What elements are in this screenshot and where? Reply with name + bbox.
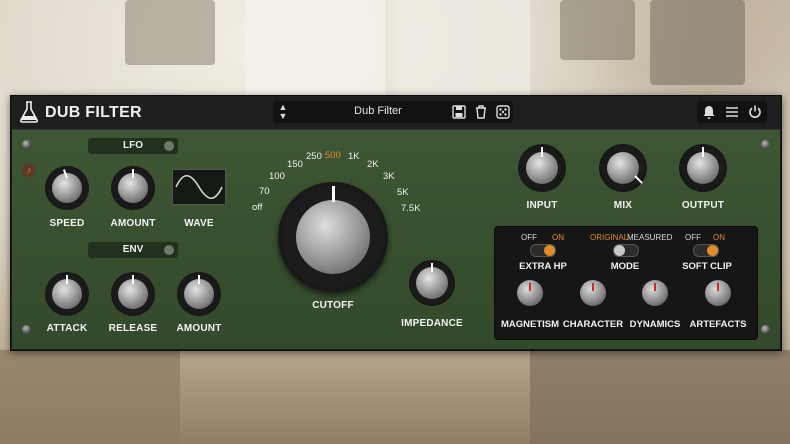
header-right-controls xyxy=(697,101,767,123)
env-release-label: RELEASE xyxy=(108,323,158,334)
dynamics-label: DYNAMICS xyxy=(629,319,681,330)
soft-clip-off-label: OFF xyxy=(685,233,701,242)
lfo-speed-knob[interactable] xyxy=(45,166,89,210)
output-label: OUTPUT xyxy=(681,200,725,211)
save-icon[interactable] xyxy=(451,104,467,120)
cutoff-scale-100: 100 xyxy=(269,171,285,182)
lfo-speed-label: SPEED xyxy=(49,218,85,229)
input-label: INPUT xyxy=(526,200,558,211)
env-attack-label: ATTACK xyxy=(46,323,88,334)
trash-icon[interactable] xyxy=(473,104,489,120)
soft-clip-label: SOFT CLIP xyxy=(682,261,732,272)
env-section-header[interactable]: ENV xyxy=(88,242,178,258)
mode-measured-label: MEASURED xyxy=(627,233,673,242)
artefacts-knob[interactable] xyxy=(705,280,731,306)
mix-label: MIX xyxy=(613,200,633,211)
cutoff-scale-5k: 5K xyxy=(397,187,409,198)
env-enable-led[interactable] xyxy=(164,245,174,255)
lfo-enable-led[interactable] xyxy=(164,141,174,151)
impedance-knob[interactable] xyxy=(409,260,455,306)
env-amount-knob[interactable] xyxy=(177,272,221,316)
mode-toggle[interactable] xyxy=(613,244,639,257)
preset-selector[interactable]: ▲ ▼ Dub Filter xyxy=(273,101,513,123)
env-release-knob[interactable] xyxy=(111,272,155,316)
plugin-header: DUB FILTER ▲ ▼ Dub Filter xyxy=(11,96,781,130)
env-attack-knob[interactable] xyxy=(45,272,89,316)
cutoff-scale-off: off xyxy=(252,202,263,213)
extra-hp-label: EXTRA HP xyxy=(519,261,567,272)
character-knob[interactable] xyxy=(580,280,606,306)
lfo-amount-knob[interactable] xyxy=(111,166,155,210)
output-knob[interactable] xyxy=(679,144,727,192)
preset-name[interactable]: Dub Filter xyxy=(293,105,463,117)
power-icon[interactable] xyxy=(747,104,763,120)
dice-icon[interactable] xyxy=(495,104,511,120)
preset-updown-icon[interactable]: ▲ ▼ xyxy=(277,103,289,121)
character-rack: OFF ON EXTRA HP ORIGINAL MEASURED MODE O… xyxy=(494,226,758,340)
magnetism-label: MAGNETISM xyxy=(500,319,560,330)
lfo-section-header[interactable]: LFO xyxy=(88,138,178,154)
character-label: CHARACTER xyxy=(562,319,624,330)
env-label: ENV xyxy=(122,244,144,255)
extra-hp-toggle[interactable] xyxy=(530,244,556,257)
menu-icon[interactable] xyxy=(724,104,740,120)
soft-clip-on-label: ON xyxy=(713,233,725,242)
cutoff-scale-1k: 1K xyxy=(348,151,360,162)
cutoff-scale-150: 150 xyxy=(287,159,303,170)
extra-hp-on-label: ON xyxy=(552,233,564,242)
screw xyxy=(22,325,31,334)
impedance-label: IMPEDANCE xyxy=(401,318,463,329)
music-note-icon[interactable]: ♪ xyxy=(22,163,36,177)
mode-label: MODE xyxy=(610,261,640,272)
cutoff-knob[interactable] xyxy=(278,182,388,292)
screw xyxy=(761,325,770,334)
magnetism-knob[interactable] xyxy=(517,280,543,306)
cutoff-scale-7-5k: 7.5K xyxy=(401,203,421,214)
lfo-wave-display[interactable] xyxy=(172,169,226,205)
lfo-amount-label: AMOUNT xyxy=(110,218,156,229)
screw xyxy=(761,140,770,149)
env-amount-label: AMOUNT xyxy=(176,323,222,334)
cutoff-label: CUTOFF xyxy=(312,300,354,311)
sine-wave-icon xyxy=(175,174,223,200)
main-panel: ♪ LFO SPEED AMOUNT WAVE ENV ATTACK RELEA… xyxy=(12,130,780,349)
artefacts-label: ARTEFACTS xyxy=(689,319,747,330)
extra-hp-off-label: OFF xyxy=(521,233,537,242)
cutoff-scale-500: 500 xyxy=(325,150,341,161)
mix-knob[interactable] xyxy=(599,144,647,192)
cutoff-scale-2k: 2K xyxy=(367,159,379,170)
soft-clip-toggle[interactable] xyxy=(693,244,719,257)
lfo-wave-label: WAVE xyxy=(184,218,214,229)
lfo-label: LFO xyxy=(123,140,143,151)
bell-icon[interactable] xyxy=(701,104,717,120)
cutoff-scale-70: 70 xyxy=(259,186,270,197)
screw xyxy=(22,140,31,149)
input-knob[interactable] xyxy=(518,144,566,192)
mode-original-label: ORIGINAL xyxy=(590,233,629,242)
cutoff-scale-250: 250 xyxy=(306,151,322,162)
plugin-window: DUB FILTER ▲ ▼ Dub Filter ♪ LFO SPEED AM… xyxy=(10,95,782,351)
cutoff-scale-3k: 3K xyxy=(383,171,395,182)
plugin-title: DUB FILTER xyxy=(45,104,142,121)
flask-logo-icon xyxy=(20,101,38,123)
dynamics-knob[interactable] xyxy=(642,280,668,306)
